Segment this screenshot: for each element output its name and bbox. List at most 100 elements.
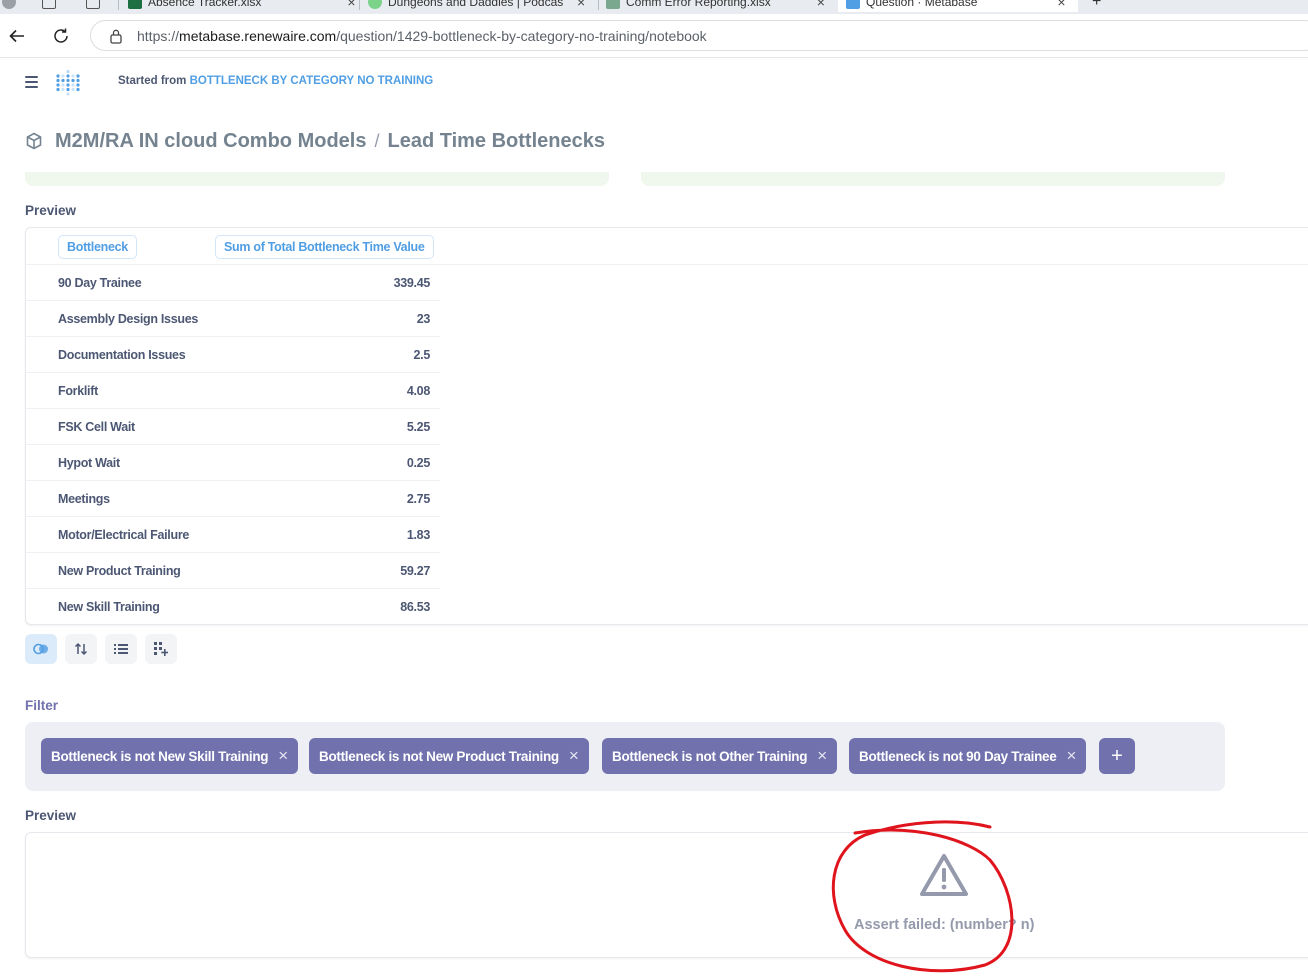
- excel-icon: [606, 0, 620, 9]
- close-tab-icon[interactable]: ×: [577, 0, 585, 10]
- browser-tab[interactable]: Comm Error Reporting.xlsx ×: [606, 0, 825, 12]
- cell-value: 4.08: [406, 384, 430, 398]
- cell-bottleneck: Hypot Wait: [58, 456, 120, 470]
- row-limit-button[interactable]: [105, 634, 137, 664]
- close-icon[interactable]: ×: [817, 746, 827, 766]
- filter-chip[interactable]: Bottleneck is not New Product Training ×: [309, 738, 589, 774]
- close-icon[interactable]: ×: [1066, 746, 1076, 766]
- filter-chip-label: Bottleneck is not New Skill Training: [51, 748, 269, 764]
- browser-toolbar: https://metabase.renewaire.com/question/…: [0, 14, 1308, 58]
- table-row: Assembly Design Issues 23: [26, 301, 440, 337]
- podcast-icon: [368, 0, 382, 9]
- url-scheme: https://: [137, 27, 180, 44]
- profile-avatar[interactable]: [2, 0, 16, 12]
- cell-bottleneck: New Product Training: [58, 564, 181, 578]
- error-message: Assert failed: (number? n): [854, 917, 1035, 933]
- refresh-icon: [54, 28, 68, 43]
- browser-tab[interactable]: Absence Tracker.xlsx ×: [128, 0, 356, 12]
- tab-actions-icon[interactable]: [86, 0, 100, 12]
- cell-value: 2.75: [406, 492, 430, 506]
- started-from-link[interactable]: BOTTLENECK BY CATEGORY NO TRAINING: [190, 75, 434, 87]
- table-row: 90 Day Trainee 339.45: [26, 265, 440, 301]
- cell-value: 59.27: [400, 564, 430, 578]
- browser-tab-strip: Absence Tracker.xlsx × Dungeons and Dadd…: [0, 0, 1308, 14]
- tab-title: Absence Tracker.xlsx: [148, 0, 262, 9]
- column-header-sum[interactable]: Sum of Total Bottleneck Time Value: [215, 235, 434, 259]
- reload-button[interactable]: [49, 24, 73, 48]
- list-icon: [114, 644, 128, 654]
- close-icon[interactable]: ×: [569, 746, 579, 766]
- filter-chip[interactable]: Bottleneck is not Other Training ×: [602, 738, 837, 774]
- tab-title: Question · Metabase: [866, 0, 978, 9]
- add-filter-button[interactable]: +: [1099, 738, 1135, 774]
- table-row: New Product Training 59.27: [26, 553, 440, 589]
- add-column-icon: [154, 642, 168, 656]
- table-row: Meetings 2.75: [26, 481, 440, 517]
- close-icon[interactable]: ×: [278, 746, 288, 766]
- browser-tab[interactable]: Dungeons and Daddies | Podcast ×: [368, 0, 585, 12]
- table-row: Forklift 4.08: [26, 373, 440, 409]
- filter-chip[interactable]: Bottleneck is not New Skill Training ×: [41, 738, 298, 774]
- table-row: FSK Cell Wait 5.25: [26, 409, 440, 445]
- filter-chip-label: Bottleneck is not Other Training: [612, 748, 808, 764]
- address-bar[interactable]: https://metabase.renewaire.com/question/…: [90, 20, 1308, 51]
- sort-icon: [74, 642, 88, 656]
- preview-error-panel: Assert failed: (number? n): [25, 832, 1308, 958]
- cell-bottleneck: Documentation Issues: [58, 348, 186, 362]
- lock-icon[interactable]: [109, 28, 123, 44]
- cell-value: 5.25: [406, 420, 430, 434]
- metabase-icon: [846, 0, 860, 9]
- column-header-bottleneck[interactable]: Bottleneck: [58, 235, 137, 259]
- started-from: Started from BOTTLENECK BY CATEGORY NO T…: [118, 75, 433, 87]
- table-row: Motor/Electrical Failure 1.83: [26, 517, 440, 553]
- browser-tab-active[interactable]: Question · Metabase ×: [838, 0, 1078, 12]
- breadcrumb-collection[interactable]: M2M/RA IN cloud Combo Models: [55, 130, 366, 153]
- metabase-logo[interactable]: [54, 68, 82, 96]
- started-from-label: Started from: [118, 75, 187, 87]
- join-icon: [33, 643, 48, 655]
- cell-value: 23: [416, 312, 431, 326]
- warning-icon: [920, 854, 968, 896]
- workspaces-icon[interactable]: [42, 0, 56, 12]
- cell-bottleneck: Motor/Electrical Failure: [58, 528, 190, 542]
- preview-label: Preview: [25, 808, 77, 823]
- close-tab-icon[interactable]: ×: [347, 0, 355, 10]
- tab-title: Comm Error Reporting.xlsx: [626, 0, 771, 9]
- cell-bottleneck: FSK Cell Wait: [58, 420, 135, 434]
- cell-value: 86.53: [400, 600, 430, 614]
- back-button[interactable]: [5, 24, 29, 48]
- close-tab-icon[interactable]: ×: [1057, 0, 1065, 10]
- table-row: Hypot Wait 0.25: [26, 445, 440, 481]
- filter-step: Bottleneck is not New Skill Training × Bo…: [25, 722, 1225, 791]
- new-tab-button[interactable]: +: [1092, 0, 1101, 12]
- cell-bottleneck: New Skill Training: [58, 600, 160, 614]
- preview-table: Bottleneck Sum of Total Bottleneck Time …: [25, 227, 1308, 625]
- preview-label: Preview: [25, 203, 77, 218]
- sort-button[interactable]: [65, 634, 97, 664]
- excel-icon: [128, 0, 142, 9]
- app-header: Started from BOTTLENECK BY CATEGORY NO T…: [0, 58, 1308, 108]
- custom-column-button[interactable]: [145, 634, 177, 664]
- menu-icon[interactable]: [25, 76, 38, 88]
- join-data-button[interactable]: [25, 634, 57, 664]
- filter-chip-label: Bottleneck is not 90 Day Trainee: [859, 748, 1057, 764]
- cell-bottleneck: Meetings: [58, 492, 110, 506]
- cell-value: 339.45: [393, 276, 431, 290]
- cell-bottleneck: Assembly Design Issues: [58, 312, 198, 326]
- url-path: /question/1429-bottleneck-by-category-no…: [336, 27, 707, 44]
- filter-chip[interactable]: Bottleneck is not 90 Day Trainee ×: [849, 738, 1087, 774]
- filter-label: Filter: [25, 698, 59, 713]
- notebook-step-card: [641, 172, 1225, 186]
- table-row: New Skill Training 86.53: [26, 589, 440, 624]
- cell-value: 2.5: [413, 348, 431, 362]
- breadcrumb-question[interactable]: Lead Time Bottlenecks: [388, 130, 605, 153]
- breadcrumb: M2M/RA IN cloud Combo Models / Lead Time…: [25, 128, 605, 154]
- model-cube-icon: [26, 132, 42, 150]
- cell-bottleneck: Forklift: [58, 384, 98, 398]
- table-row: Documentation Issues 2.5: [26, 337, 440, 373]
- cell-bottleneck: 90 Day Trainee: [58, 276, 142, 290]
- close-tab-icon[interactable]: ×: [817, 0, 825, 10]
- notebook-step-card: [25, 172, 609, 186]
- filter-chip-label: Bottleneck is not New Product Training: [319, 748, 559, 764]
- table-header: Bottleneck Sum of Total Bottleneck Time …: [26, 228, 1308, 265]
